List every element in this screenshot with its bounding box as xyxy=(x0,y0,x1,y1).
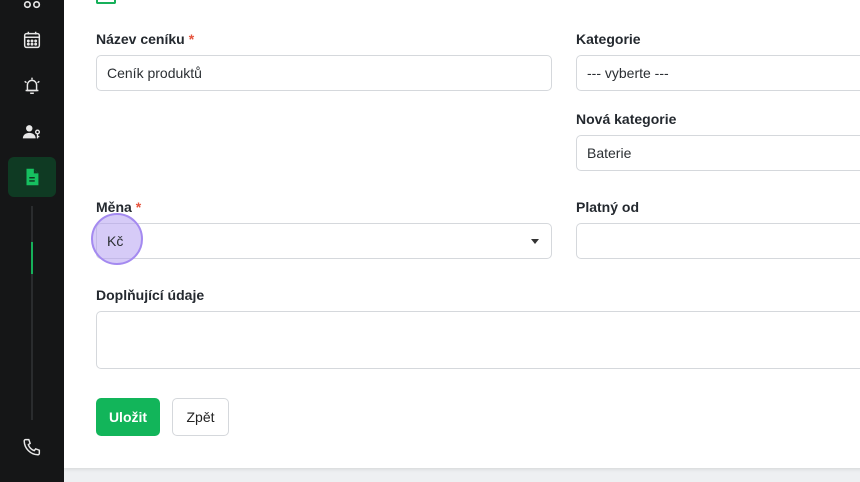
price-list-name-label: Název ceníku * xyxy=(96,31,194,47)
required-mark: * xyxy=(188,31,195,47)
alarm-icon xyxy=(24,77,40,94)
calendar-icon xyxy=(23,31,41,49)
sidebar-scroll-thumb[interactable] xyxy=(31,242,33,274)
sidebar-scroll-track xyxy=(31,206,33,420)
dashboard-icon xyxy=(23,1,41,9)
sidebar-item-calendar[interactable] xyxy=(8,20,56,60)
document-icon xyxy=(26,168,39,186)
sidebar-item-price-lists[interactable] xyxy=(8,157,56,197)
price-list-name-input[interactable]: Ceník produktů xyxy=(96,55,552,91)
chevron-down-icon xyxy=(531,239,539,244)
currency-selected-value: Kč xyxy=(107,233,124,249)
valid-from-label: Platný od xyxy=(576,199,640,215)
sidebar-item-phone[interactable] xyxy=(8,427,56,467)
sidebar-item-dashboard[interactable] xyxy=(8,0,56,20)
user-key-icon xyxy=(22,125,41,139)
category-label: Kategorie xyxy=(576,31,641,47)
phone-icon xyxy=(23,438,41,456)
sidebar-item-users[interactable] xyxy=(8,112,56,152)
additional-info-textarea[interactable] xyxy=(96,311,860,369)
price-list-name-value: Ceník produktů xyxy=(107,65,202,81)
sidebar xyxy=(0,0,64,482)
required-mark: * xyxy=(135,199,142,215)
valid-from-input[interactable] xyxy=(576,223,860,259)
save-button[interactable]: Uložit xyxy=(96,398,160,436)
currency-select[interactable]: Kč xyxy=(96,223,552,259)
new-category-value: Baterie xyxy=(587,145,632,161)
price-list-name-label-text: Název ceníku xyxy=(96,31,185,47)
form-panel: Název ceníku * Ceník produktů Kategorie -… xyxy=(64,0,860,468)
sidebar-item-alarms[interactable] xyxy=(8,65,56,105)
back-button[interactable]: Zpět xyxy=(172,398,229,436)
checkbox-icon xyxy=(96,0,116,4)
new-category-input[interactable]: Baterie xyxy=(576,135,860,171)
additional-info-label: Doplňující údaje xyxy=(96,287,205,303)
category-select[interactable]: --- vyberte --- xyxy=(576,55,860,91)
category-selected-value: --- vyberte --- xyxy=(587,65,669,81)
new-category-label: Nová kategorie xyxy=(576,111,677,127)
